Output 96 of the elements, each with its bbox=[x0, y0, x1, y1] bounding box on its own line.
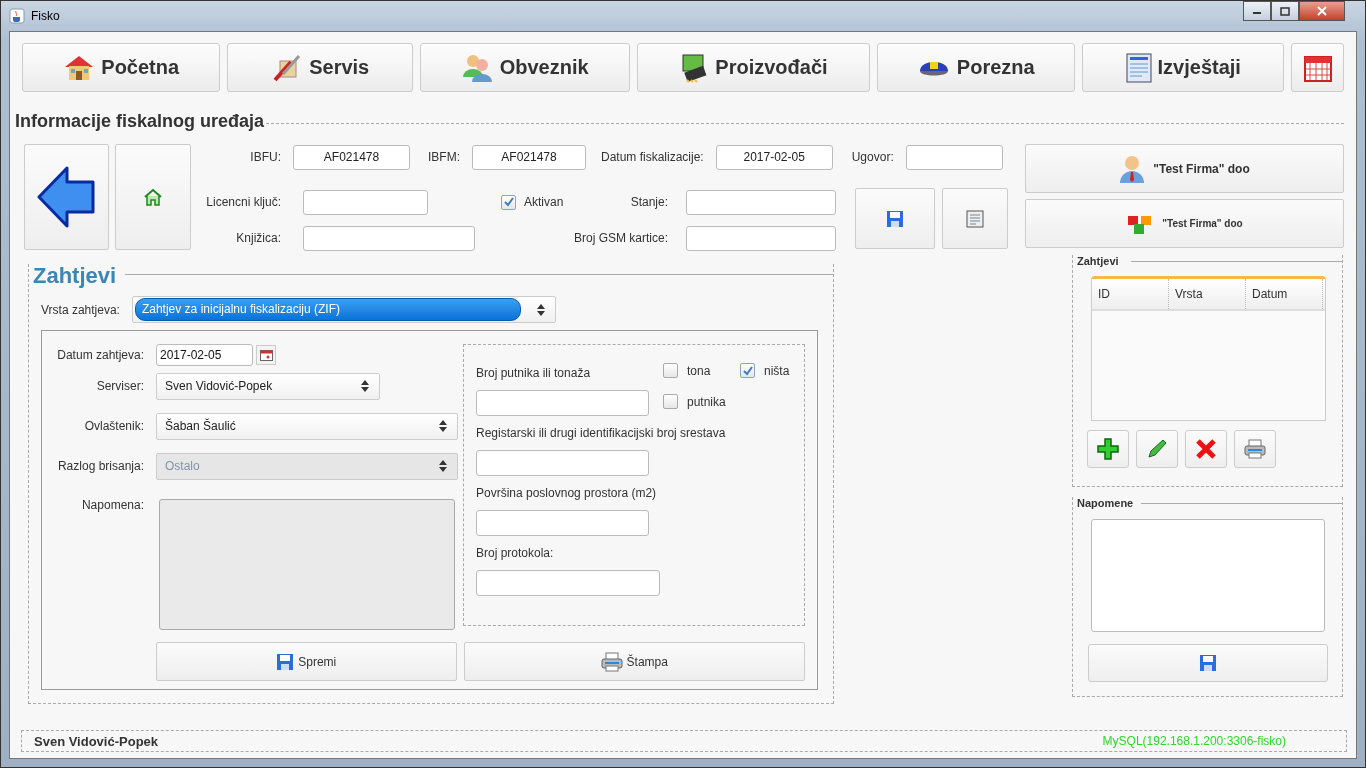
add-button[interactable] bbox=[1087, 430, 1129, 468]
spinner-arrows-icon bbox=[439, 420, 447, 432]
edit-button[interactable] bbox=[1136, 430, 1178, 468]
ibfu-field[interactable]: AF021478 bbox=[293, 144, 410, 170]
maximize-icon bbox=[1280, 6, 1290, 16]
field-label: Knjižica: bbox=[235, 231, 281, 245]
ibfm-field[interactable]: AF021478 bbox=[472, 144, 586, 170]
calendar-icon bbox=[259, 349, 273, 361]
checkbox[interactable] bbox=[501, 194, 516, 210]
print-button[interactable] bbox=[1234, 430, 1276, 468]
save-button[interactable] bbox=[855, 188, 935, 249]
panel-title: Zahtjevi bbox=[33, 264, 117, 288]
booklet-field[interactable] bbox=[303, 225, 475, 251]
checkbox-label: putnika bbox=[687, 394, 726, 409]
protocol-field[interactable] bbox=[476, 570, 660, 596]
field-label: Broj protokola: bbox=[476, 545, 555, 562]
spinner-arrows-icon bbox=[536, 303, 545, 316]
nav-button[interactable]: Servis bbox=[227, 43, 413, 92]
nav-button[interactable] bbox=[1291, 43, 1344, 92]
checkbox-label: ništa bbox=[764, 363, 790, 378]
date-field[interactable]: 2017-02-05 bbox=[156, 344, 253, 366]
field-label: Datum fiskalizacije: bbox=[601, 150, 704, 164]
gsm-card-field[interactable] bbox=[686, 225, 836, 251]
area-field[interactable] bbox=[476, 510, 649, 536]
notes-text-area[interactable] bbox=[1090, 519, 1325, 632]
checkbox[interactable] bbox=[663, 394, 678, 409]
checkbox-label: tona bbox=[687, 363, 711, 378]
selected-value: Zahtjev za inicijalnu fiskalizaciju (ZIF) bbox=[134, 298, 521, 321]
date-field[interactable]: 2017-02-05 bbox=[715, 144, 833, 170]
field-label: Registarski ili drugi identifikacijski broj srestava bbox=[476, 425, 727, 442]
coffee-cup-icon bbox=[9, 8, 25, 24]
column-header[interactable]: Vrsta bbox=[1169, 279, 1246, 309]
home-button[interactable] bbox=[115, 144, 191, 250]
checkbox-label: Aktivan bbox=[524, 195, 564, 209]
plus-icon bbox=[1097, 438, 1119, 460]
window-title: Fisko bbox=[31, 9, 60, 23]
users-icon bbox=[461, 52, 494, 83]
license-key-field[interactable] bbox=[303, 189, 428, 215]
field-label: Stanje: bbox=[629, 195, 668, 209]
request-type-dropdown[interactable]: Zahtjev za inicijalnu fiskalizaciju (ZIF) bbox=[131, 296, 556, 323]
house-icon bbox=[143, 188, 163, 206]
field-label: Serviser: bbox=[95, 379, 144, 393]
contract-field[interactable] bbox=[905, 144, 1003, 170]
document-button[interactable] bbox=[942, 188, 1008, 249]
document-icon bbox=[966, 209, 984, 228]
state-field[interactable] bbox=[686, 189, 836, 215]
document-icon bbox=[1125, 52, 1152, 83]
pencil-icon bbox=[1146, 438, 1168, 460]
user-name: Sven Vidović-Popek bbox=[34, 733, 159, 749]
minimize-button[interactable] bbox=[1243, 1, 1271, 21]
field-label: Ugovor: bbox=[851, 150, 894, 164]
spinner-arrows-icon bbox=[439, 460, 447, 472]
nav-button[interactable]: Izvještaji bbox=[1082, 43, 1285, 92]
panel-title: Napomene bbox=[1077, 497, 1134, 510]
delete-button[interactable] bbox=[1185, 430, 1227, 468]
column-header[interactable]: ID bbox=[1092, 279, 1169, 309]
person-icon bbox=[1119, 153, 1146, 184]
nav-button[interactable]: Početna bbox=[22, 43, 221, 92]
nav-button[interactable]: Porezna bbox=[876, 43, 1075, 92]
company-button[interactable]: "Test Firma" doo bbox=[1025, 144, 1344, 193]
spinner-arrows-icon bbox=[361, 380, 369, 392]
field-label: Razlog brisanja: bbox=[56, 459, 144, 473]
back-button[interactable] bbox=[24, 144, 109, 250]
checkbox[interactable] bbox=[740, 363, 755, 378]
save-button[interactable]: Spremi bbox=[156, 642, 457, 681]
cross-icon bbox=[1195, 438, 1217, 460]
field-label: Napomena: bbox=[80, 498, 144, 512]
field-label: IBFU: bbox=[249, 150, 281, 164]
field-label: Licencni ključ: bbox=[205, 195, 281, 209]
connection-status: MySQL(192.168.1.200:3306-fisko) bbox=[1102, 734, 1286, 748]
nav-button[interactable]: Proizvođači bbox=[637, 43, 870, 92]
field-label: Broj GSM kartice: bbox=[572, 231, 668, 245]
nav-button[interactable]: Obveznik bbox=[420, 43, 631, 92]
field-label: Broj putnika ili tonaža bbox=[476, 365, 592, 382]
close-icon bbox=[1317, 6, 1327, 16]
field-label: IBFM: bbox=[428, 150, 460, 164]
printer-icon bbox=[1244, 439, 1266, 459]
authorized-person-dropdown[interactable]: Šaban Šaulić bbox=[156, 412, 458, 440]
checkbox[interactable] bbox=[663, 363, 678, 378]
calendar-button[interactable] bbox=[256, 345, 276, 365]
left-arrow-icon bbox=[36, 166, 97, 228]
close-button[interactable] bbox=[1299, 1, 1345, 21]
field-label: Ovlaštenik: bbox=[83, 419, 144, 433]
capacity-field[interactable] bbox=[476, 390, 649, 416]
print-button[interactable]: Štampa bbox=[463, 642, 805, 681]
technician-dropdown[interactable]: Sven Vidović-Popek bbox=[156, 372, 380, 400]
maximize-button[interactable] bbox=[1271, 1, 1299, 21]
field-label: Površina poslovnog prostora (m2) bbox=[476, 485, 658, 502]
field-label: Datum zahtjeva: bbox=[56, 348, 144, 362]
panel-title: Zahtjevi bbox=[1077, 255, 1119, 268]
section-title: Informacije fiskalnog uređaja bbox=[15, 111, 265, 132]
printer-icon bbox=[600, 651, 623, 672]
registration-field[interactable] bbox=[476, 450, 649, 476]
column-header[interactable]: Datum bbox=[1246, 279, 1323, 309]
company-button[interactable]: "Test Firma" doo bbox=[1025, 199, 1344, 248]
field-label: Vrsta zahtjeva: bbox=[41, 302, 120, 317]
